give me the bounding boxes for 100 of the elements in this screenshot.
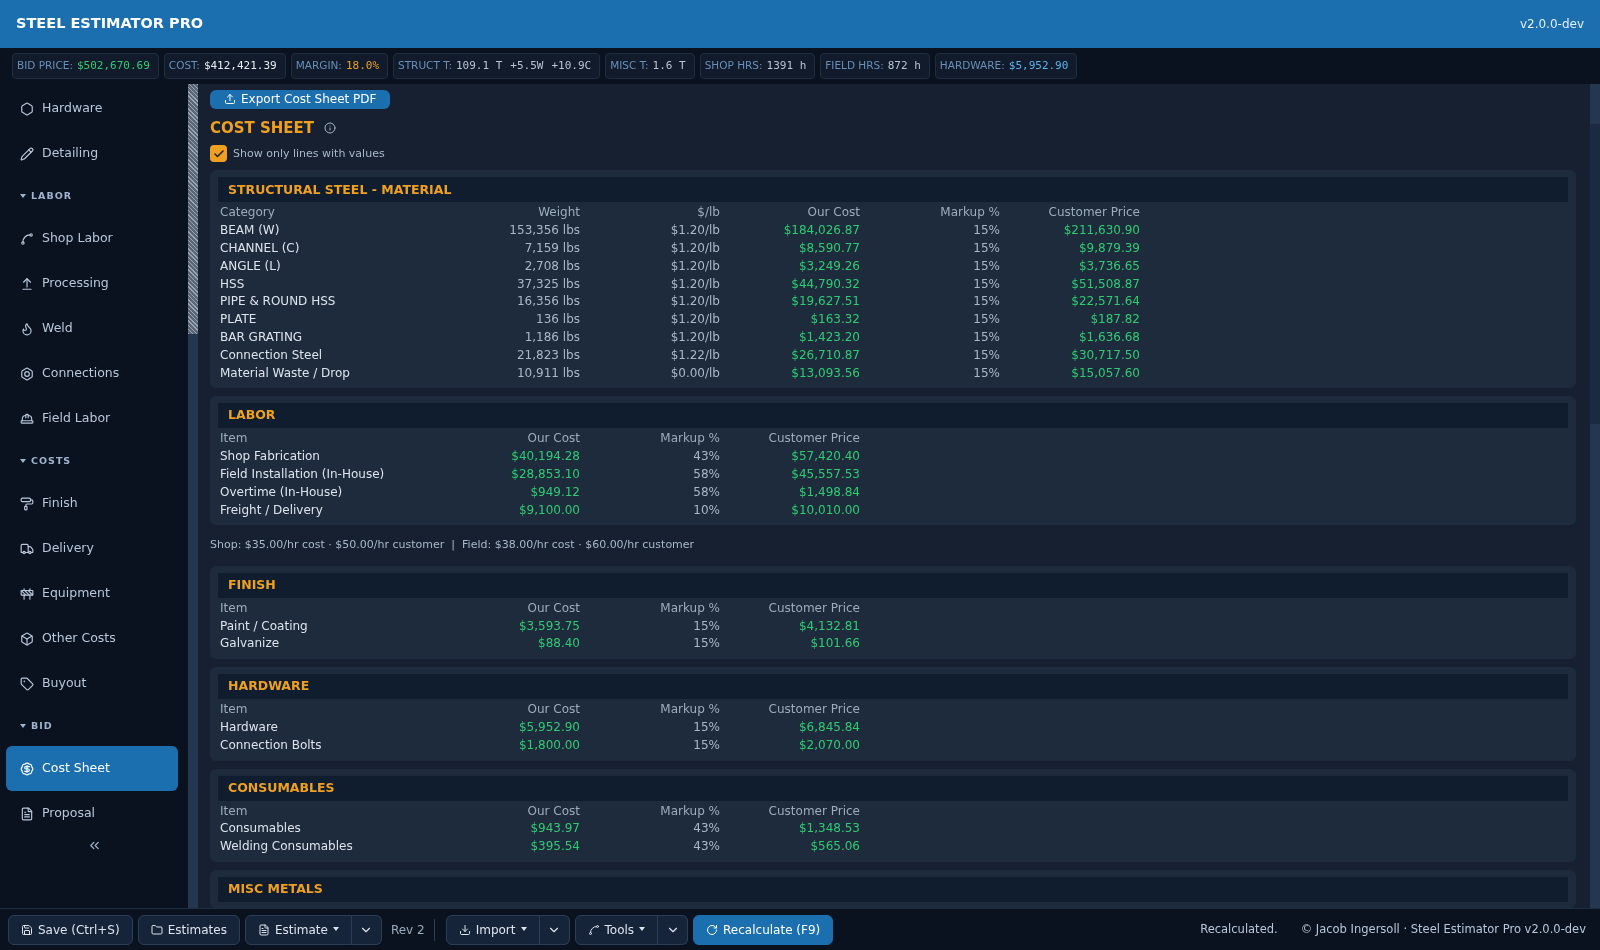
sidebar-item[interactable]: Proposal [6,791,178,836]
sidebar-item[interactable]: Buyout [6,661,178,706]
table-cell-text: BEAM (W) [220,222,281,240]
pencil-icon [20,146,34,161]
table-cell-text: $1,498.84 [797,483,860,501]
table-cell-text: $1.20/lb [669,328,720,346]
save-button[interactable]: Save (Ctrl+S) [8,914,133,945]
table-cell-text: PIPE & ROUND HSS [220,293,337,311]
table-cell-text: 15% [692,635,720,653]
table-cell-text: $5,952.90 [517,719,580,736]
caret-icon[interactable] [20,723,26,729]
sidebar-item[interactable]: Shop Labor [6,216,178,261]
refresh-icon [706,923,719,936]
table-cell-text: 15% [972,222,1000,240]
table-cell-text: 15% [692,617,720,635]
column-header: Customer Price [767,430,860,448]
table-cell-text: $51,508.87 [1070,275,1140,293]
table-cell-text: $3,249.26 [797,257,860,275]
truck-icon [20,541,34,556]
table-cell-text: 10,911 lbs [516,364,580,382]
table-cell-text: 37,325 lbs [516,275,580,293]
stat-value: +5.5W [510,57,545,74]
table-cell-text: $184,026.87 [782,222,860,240]
recalculate-button[interactable]: Recalculate (F9) [693,914,834,945]
export-button[interactable]: Export Cost Sheet PDF [210,90,391,109]
table-cell-text: $1.20/lb [669,239,720,257]
sidebar-item[interactable]: Cost Sheet [6,746,178,791]
table-cell-text: 15% [972,257,1000,275]
table-cell-text: CHANNEL (C) [220,239,301,257]
sidebar-item[interactable]: Detailing [6,131,178,176]
column-header: Our Cost [526,430,580,448]
stat-value: 1.6 T [652,57,687,74]
table-cell-text: $2,070.00 [797,736,860,754]
table-cell-text: $6,845.84 [797,719,860,736]
column-header: Our Cost [526,701,580,719]
table-cell-text: $13,093.56 [790,364,860,382]
stat-label: BID PRICE: [17,58,73,74]
column-header: Our Cost [526,802,580,820]
stat-value: +10.9C [551,57,593,74]
column-header: Item [220,802,249,820]
column-header: Category [220,204,276,222]
copyright-text: © Jacob Ingersoll · Steel Estimator Pro v2.0.0-dev [1300,920,1586,938]
sidebar-item[interactable]: Equipment [6,571,178,616]
table-cell-text: 15% [692,719,720,736]
stat-value: 109.1 T [456,57,504,74]
sidebar-item[interactable]: Processing [6,261,178,306]
table-cell-text: $57,420.40 [790,448,860,466]
stat-label: MISC T: [610,58,649,74]
table-cell-text: HSS [220,275,246,293]
table-cell-text: $565.06 [809,838,860,856]
menu-button[interactable]: Tools [574,914,659,945]
section-title: HARDWARE [218,674,1568,700]
table-cell-text: Consumables [220,820,302,838]
sidebar-item[interactable]: Delivery [6,526,178,571]
table-cell-text: $163.32 [809,311,860,329]
table-cell-text: 58% [692,483,720,501]
table-cell-text: 43% [692,448,720,466]
table-cell-text: $1.22/lb [669,346,720,364]
caret-icon[interactable] [20,193,26,199]
curve-icon [20,231,34,246]
table-cell-text: Shop Fabrication [220,448,321,466]
table-cell-text: $1,348.53 [797,820,860,838]
paint-roller-icon [20,496,34,511]
table-cell-text: 15% [972,275,1000,293]
column-header: Customer Price [767,599,860,617]
column-header: Customer Price [1047,204,1140,222]
column-header: Markup % [659,430,720,448]
table-cell-text: $1.20/lb [669,293,720,311]
table-cell-text: 136 lbs [535,311,580,329]
check-icon [212,147,225,160]
group-heading: COSTS [31,453,72,468]
page-title: COST SHEET [210,117,315,139]
table-cell-text: 15% [972,239,1000,257]
table-cell-text: Freight / Delivery [220,501,324,519]
sidebar-item[interactable]: Finish [6,481,178,526]
sidebar-item[interactable]: Field Labor [6,396,178,441]
flame-icon [20,321,34,336]
table-cell-text: $1,636.68 [1077,328,1140,346]
menu-button[interactable]: Estimate [244,914,352,945]
info-icon[interactable] [324,122,337,135]
table-cell-text: $101.66 [809,635,860,653]
sidebar-item[interactable]: Other Costs [6,616,178,661]
table-cell-text: Material Waste / Drop [220,364,351,382]
column-header: Item [220,430,249,448]
table-cell-text: $4,132.81 [797,617,860,635]
column-header: Markup % [939,204,1000,222]
sidebar-item[interactable]: Hardware [6,86,178,131]
caret-icon[interactable] [20,458,26,464]
table-cell-text: 2,708 lbs [523,257,580,275]
column-header: Markup % [659,599,720,617]
group-heading: BID [31,718,53,733]
sidebar-item[interactable]: Weld [6,306,178,351]
stat-label: STRUCT T: [398,58,452,74]
sidebar-item[interactable]: Connections [6,351,178,396]
table-cell-text: $1.20/lb [669,311,720,329]
estimates-button[interactable]: Estimates [137,914,240,945]
table-cell-text: $15,057.60 [1070,364,1140,382]
checkbox[interactable] [210,145,227,163]
menu-button[interactable]: Import [445,914,540,945]
column-header: Markup % [659,802,720,820]
